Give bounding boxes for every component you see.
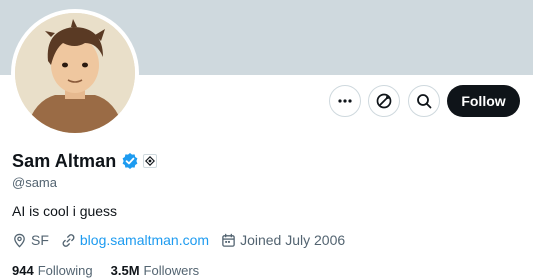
display-name: Sam Altman	[12, 150, 117, 171]
following-stat[interactable]: 944 Following	[12, 263, 93, 278]
followers-stat[interactable]: 3.5M Followers	[111, 263, 200, 278]
more-options-button[interactable]	[329, 85, 361, 117]
following-label: Following	[37, 262, 93, 278]
name-row: Sam Altman	[12, 149, 158, 173]
user-handle: @sama	[12, 175, 57, 190]
avatar[interactable]	[15, 13, 135, 133]
joined-item: Joined July 2006	[221, 232, 345, 248]
search-icon	[417, 94, 432, 109]
followers-label: Followers	[143, 262, 200, 278]
link-icon	[62, 233, 75, 247]
followers-count: 3.5M	[110, 262, 140, 278]
follow-button[interactable]: Follow	[447, 85, 520, 117]
profile-meta: SF blog.samaltman.com Joined July 2006	[12, 231, 357, 249]
avatar-illustration	[15, 13, 135, 133]
subscribe-button[interactable]	[368, 85, 400, 117]
calendar-icon	[222, 233, 235, 247]
follow-stats: 944 Following 3.5M Followers	[12, 261, 217, 279]
more-horizontal-icon	[338, 99, 352, 103]
subscribe-icon	[376, 93, 392, 109]
website-item[interactable]: blog.samaltman.com	[61, 232, 209, 248]
joined-text: Joined July 2006	[240, 232, 346, 248]
location-text: SF	[31, 232, 49, 248]
location-item: SF	[12, 232, 49, 248]
location-pin-icon	[14, 233, 25, 247]
following-count: 944	[12, 262, 34, 278]
affiliation-badge-icon[interactable]	[143, 154, 158, 168]
website-link[interactable]: blog.samaltman.com	[80, 232, 209, 248]
bio-text: AI is cool i guess	[12, 203, 118, 219]
search-profile-button[interactable]	[408, 85, 440, 117]
verified-badge-icon[interactable]	[121, 152, 139, 170]
